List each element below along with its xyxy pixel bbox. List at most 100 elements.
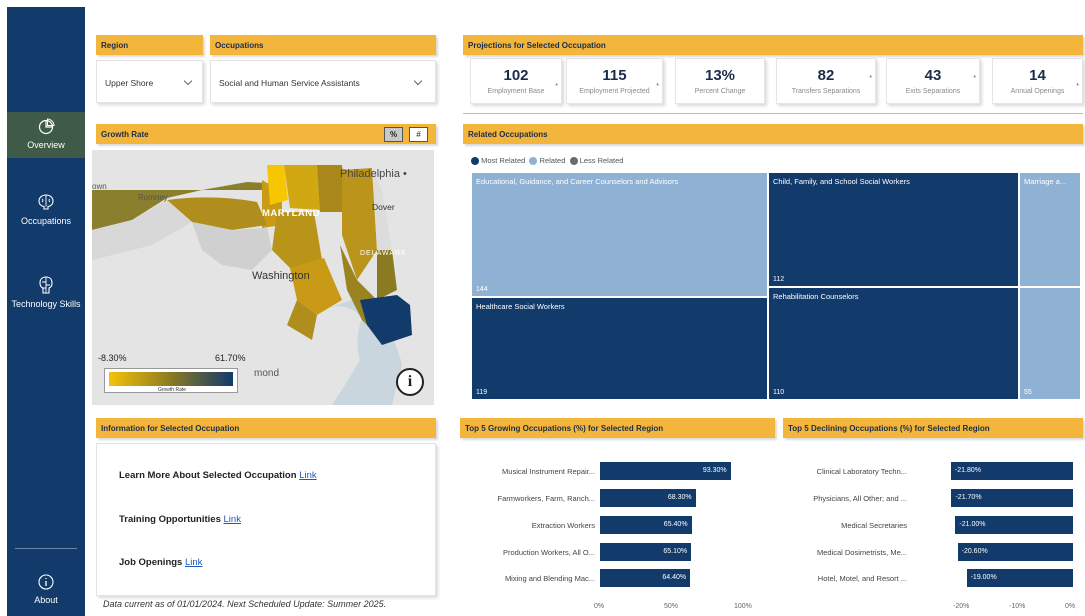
map-label-maryland: MARYLAND (262, 208, 321, 219)
circuit-brain-icon (39, 276, 53, 294)
bar-category-label: Clinical Laboratory Techn... (816, 467, 907, 476)
axis-tick-label: 100% (734, 603, 752, 610)
info-icon: i (407, 373, 413, 390)
training-row: Training Opportunities Link (119, 514, 241, 525)
kpi-asterisk: * (656, 83, 659, 90)
legend-title: Growth Rate (157, 387, 187, 393)
axis-tick-label: 50% (664, 603, 679, 610)
bar-value-label: -19.00% (970, 574, 997, 581)
info-icon (38, 574, 54, 590)
toggle-number-button[interactable]: # (409, 127, 428, 142)
training-label: Training Opportunities (119, 514, 221, 525)
sidebar: Overview Occupations Technology Skills A… (7, 7, 85, 616)
bar-category-label: Physicians, All Other; and ... (813, 494, 907, 503)
sidebar-item-label: Overview (27, 140, 65, 150)
bar-value-label: 68.30% (667, 494, 692, 501)
about-button[interactable]: About (7, 573, 85, 605)
projections-divider (463, 113, 1083, 114)
map-label-romney: Romney (138, 193, 168, 202)
kpi-label: Percent Change (694, 88, 746, 95)
treemap-cell-name: Marriage a... (1024, 177, 1067, 186)
bar-category-label: Mixing and Blending Mac... (504, 574, 595, 583)
occupations-dropdown[interactable]: Social and Human Service Assistants (210, 60, 436, 103)
kpi-label: Exits Separations (905, 88, 961, 95)
map-label-washington: Washington (252, 270, 310, 282)
learn-more-link[interactable]: Link (299, 470, 316, 481)
pie-chart-icon (38, 118, 55, 135)
bar-value-label: 65.40% (663, 521, 688, 528)
region-value: Upper Shore (105, 78, 154, 88)
kpi-value: 115 (602, 67, 627, 84)
sidebar-item-occupations[interactable]: Occupations (7, 192, 85, 226)
bar-value-label: 64.40% (662, 574, 687, 581)
kpi-label: Employment Projected (579, 88, 650, 95)
bar-category-label: Farmworkers, Farm, Ranch... (497, 494, 595, 503)
map-label-delaware: DELAWARE (360, 250, 407, 257)
treemap-cell-value: 144 (476, 286, 488, 293)
treemap-cell-value: 55 (1024, 389, 1032, 396)
kpi-value: 102 (503, 67, 529, 84)
brain-icon (38, 194, 54, 210)
treemap-cell[interactable]: Healthcare Social Workers 119 (471, 297, 768, 400)
kpi-exits-separations: 43 Exits Separations * (886, 58, 980, 104)
treemap-cell-value: 112 (773, 276, 785, 283)
jobs-label: Job Openings (119, 557, 183, 568)
bar-category-label: Musical Instrument Repair... (502, 467, 595, 476)
kpi-asterisk: * (973, 75, 976, 82)
growing-chart: Musical Instrument Repair... 93.30% Farmwo… (460, 445, 775, 616)
toggle-percent-button[interactable]: % (384, 127, 403, 142)
sidebar-item-label: Technology Skills (11, 299, 81, 309)
region-dropdown[interactable]: Upper Shore (96, 60, 203, 103)
jobs-row: Job Openings Link (119, 557, 202, 568)
treemap-cell[interactable]: Marriage a... (1019, 172, 1081, 287)
legend-dot (529, 157, 538, 166)
map-label-philadelphia: Philadelphia • (340, 168, 407, 180)
bar-value-label: 93.30% (702, 467, 727, 474)
kpi-value: 82 (817, 67, 835, 84)
axis-tick-label: -20% (953, 603, 970, 610)
sidebar-item-technology-skills[interactable]: Technology Skills (7, 275, 85, 309)
jobs-link[interactable]: Link (185, 557, 202, 568)
training-link[interactable]: Link (224, 514, 241, 525)
occupations-value: Social and Human Service Assistants (219, 78, 360, 88)
treemap-cell-name: Rehabilitation Counselors (773, 292, 859, 301)
related-legend: Most Related Related Less Related (471, 156, 623, 166)
declining-chart: Clinical Laboratory Techn... -21.80% Physi… (783, 445, 1085, 616)
kpi-employment-projected: 115 Employment Projected * (566, 58, 663, 104)
data-footer: Data current as of 01/01/2024. Next Sche… (103, 599, 387, 609)
info-header: Information for Selected Occupation (96, 418, 436, 438)
bar-value-label: -21.80% (954, 467, 981, 474)
kpi-annual-openings: 14 Annual Openings * (992, 58, 1083, 104)
occupations-header: Occupations (210, 35, 436, 55)
growth-legend: Growth Rate (104, 368, 238, 393)
legend-dot (471, 157, 479, 166)
legend-gradient (109, 372, 233, 386)
growth-rate-map[interactable]: Philadelphia • MARYLAND Dover DELAWARE W… (92, 150, 434, 405)
map-info-button[interactable]: i (396, 368, 424, 396)
kpi-asterisk: * (555, 83, 558, 90)
bar-category-label: Hotel, Motel, and Resort ... (817, 574, 907, 583)
axis-tick-label: 0% (1065, 603, 1076, 610)
legend-dot (569, 157, 578, 166)
treemap-cell[interactable]: Educational, Guidance, and Career Counse… (471, 172, 768, 297)
info-card: Learn More About Selected Occupation Lin… (96, 443, 436, 596)
treemap-cell[interactable]: Child, Family, and School Social Workers… (768, 172, 1019, 287)
legend-label: Most Related (481, 156, 526, 165)
bar-category-label: Medical Dosimetrists, Me... (816, 548, 907, 557)
sidebar-item-overview[interactable]: Overview (7, 112, 85, 158)
treemap-cell-value: 110 (773, 389, 785, 396)
treemap-cell[interactable]: Rehabilitation Counselors 110 (768, 287, 1019, 400)
declining-chart-header: Top 5 Declining Occupations (%) for Sele… (783, 418, 1083, 438)
about-label: About (34, 595, 58, 605)
learn-more-row: Learn More About Selected Occupation Lin… (119, 470, 317, 481)
sidebar-item-label: Occupations (20, 216, 72, 226)
chevron-down-icon (183, 76, 193, 86)
kpi-label: Employment Base (487, 88, 545, 95)
sidebar-divider (15, 548, 77, 549)
bar-value-label: -21.00% (959, 521, 986, 528)
map-label-richmond: mond (254, 368, 280, 379)
learn-more-label: Learn More About Selected Occupation (119, 470, 297, 481)
bar-value-label: -20.60% (961, 548, 988, 555)
treemap-cell-name: Educational, Guidance, and Career Counse… (476, 177, 679, 186)
treemap-cell[interactable]: 55 (1019, 287, 1081, 400)
